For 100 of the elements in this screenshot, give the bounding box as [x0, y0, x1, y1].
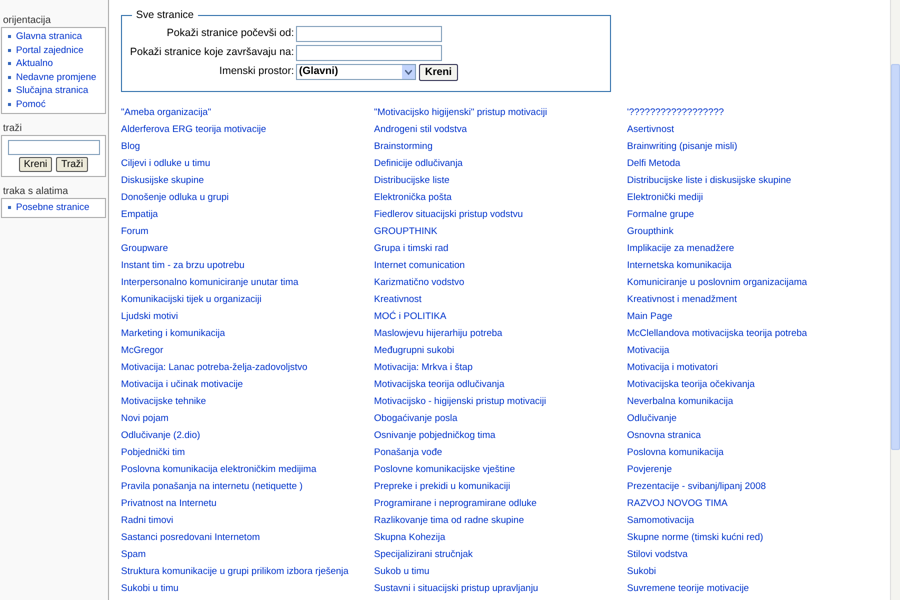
- page-link[interactable]: Neverbalna komunikacija: [627, 392, 734, 410]
- page-link[interactable]: Sukob u timu: [374, 562, 430, 580]
- page-link[interactable]: Poslovna komunikacija: [627, 444, 724, 461]
- scrollbar[interactable]: [890, 0, 900, 600]
- page-link[interactable]: Osnovna stranica: [627, 426, 701, 444]
- page-link[interactable]: Motivacija: Lanac potreba-želja-zadovoljstvo: [121, 358, 308, 376]
- page-link[interactable]: Motivacijska teorija očekivanja: [627, 376, 755, 393]
- page-link[interactable]: Forum: [121, 222, 148, 240]
- sidebar-link[interactable]: Pomoć: [16, 98, 46, 111]
- page-link[interactable]: McGregor: [121, 342, 164, 359]
- page-link[interactable]: Grupa i timski rad: [374, 240, 448, 257]
- page-link[interactable]: Obogaćivanje posla: [374, 410, 458, 427]
- page-link[interactable]: Karizmatično vodstvo: [374, 274, 464, 291]
- page-link[interactable]: Delfi Metoda: [627, 154, 680, 172]
- sidebar-link[interactable]: Aktualno: [16, 57, 53, 70]
- page-link[interactable]: Distribucijske liste: [374, 172, 450, 189]
- page-link[interactable]: Implikacije za menadžere: [627, 240, 734, 257]
- page-link[interactable]: Novi pojam: [121, 410, 169, 427]
- sidebar-link[interactable]: Slučajna stranica: [16, 84, 88, 98]
- page-link[interactable]: Sukobi u timu: [121, 580, 179, 597]
- page-link[interactable]: Stilovi vodstva: [627, 546, 688, 563]
- page-link[interactable]: Međugrupni sukobi: [374, 342, 454, 359]
- page-link[interactable]: Specijalizirani stručnjak: [374, 546, 473, 563]
- page-link[interactable]: Kreativnost: [374, 290, 422, 308]
- page-link[interactable]: Prezentacije - svibanj/lipanj 2008: [627, 478, 766, 495]
- page-link[interactable]: Skupna Kohezija: [374, 528, 446, 546]
- page-link[interactable]: '??????????????????: [627, 104, 724, 121]
- page-link[interactable]: Internet comunication: [374, 256, 465, 274]
- input-field[interactable]: [296, 44, 442, 61]
- page-link[interactable]: Sustavni i situacijski pristup upravljanju: [374, 580, 538, 597]
- page-link[interactable]: Spam: [121, 546, 146, 563]
- sidebar-link[interactable]: Nedavne promjene: [16, 70, 96, 84]
- page-link[interactable]: Motivacijska teorija odlučivanja: [374, 376, 504, 393]
- page-link[interactable]: Asertivnost: [627, 120, 674, 138]
- page-link[interactable]: Interpersonalno komuniciranje unutar tima: [121, 274, 298, 291]
- page-link[interactable]: Prepreke i prekidi u komunikaciji: [374, 478, 510, 495]
- page-link[interactable]: Motivacija i motivatori: [627, 358, 718, 376]
- page-link[interactable]: Radni timovi: [121, 512, 174, 529]
- page-link[interactable]: Razlikovanje tima od radne skupine: [374, 512, 524, 529]
- page-link[interactable]: Motivacijsko - higijenski pristup motivaciji: [374, 392, 546, 410]
- page-link[interactable]: Brainwriting (pisanje misli): [627, 138, 738, 155]
- page-link[interactable]: Motivacijske tehnike: [121, 392, 206, 410]
- page-link[interactable]: Poslovne komunikacijske vještine: [374, 460, 515, 478]
- page-link[interactable]: Donošenje odluka u grupi: [121, 188, 229, 206]
- search-field[interactable]: [8, 140, 100, 155]
- page-link[interactable]: "Motivacijsko higijenski" pristup motivaciji: [374, 104, 548, 121]
- page-link[interactable]: Sastanci posredovani Internetom: [121, 528, 260, 546]
- page-link[interactable]: Elektronički mediji: [627, 188, 704, 206]
- page-link[interactable]: MOĆ i POLITIKA: [374, 308, 446, 325]
- page-link[interactable]: Definicije odlučivanja: [374, 154, 463, 172]
- page-link[interactable]: Kreativnost i menadžment: [627, 290, 737, 308]
- search-button[interactable]: Traži: [56, 157, 88, 172]
- sidebar-link[interactable]: Glavna stranica: [16, 30, 82, 44]
- page-link[interactable]: Diskusijske skupine: [121, 172, 204, 189]
- page-link[interactable]: Privatnost na Internetu: [121, 494, 217, 512]
- page-link[interactable]: Motivacija: [627, 342, 670, 359]
- page-link[interactable]: Osnivanje pobjedničkog tima: [374, 426, 496, 444]
- page-link[interactable]: Ciljevi i odluke u timu: [121, 154, 210, 172]
- page-link[interactable]: Suvremene teorije motivacije: [627, 580, 749, 597]
- page-link[interactable]: Main Page: [627, 308, 672, 325]
- page-link[interactable]: Groupware: [121, 240, 168, 257]
- page-link[interactable]: Odlučivanje (2.dio): [121, 426, 200, 444]
- page-link[interactable]: Odlučivanje: [627, 410, 677, 427]
- page-link[interactable]: RAZVOJ NOVOG TIMA: [627, 494, 728, 512]
- page-link[interactable]: Blog: [121, 138, 140, 155]
- page-link[interactable]: GROUPTHINK: [374, 222, 438, 240]
- page-link[interactable]: Maslowjevu hijerarhiju potreba: [374, 324, 502, 342]
- namespace-select[interactable]: (Glavni): [296, 64, 416, 80]
- page-link[interactable]: Instant tim - za brzu upotrebu: [121, 256, 245, 274]
- page-link[interactable]: Fiedlerov situacijski pristup vodstvu: [374, 206, 523, 223]
- page-link[interactable]: Marketing i komunikacija: [121, 324, 226, 342]
- page-link[interactable]: Elektronička pošta: [374, 188, 452, 206]
- page-link[interactable]: Struktura komunikacije u grupi prilikom izbora rješenja: [121, 562, 349, 580]
- page-link[interactable]: Povjerenje: [627, 460, 672, 478]
- page-link[interactable]: Motivacija: Mrkva i štap: [374, 358, 473, 376]
- search-button[interactable]: Kreni: [18, 157, 52, 172]
- page-link[interactable]: Programirane i neprogramirane odluke: [374, 494, 537, 512]
- sidebar-link[interactable]: Portal zajednice: [16, 44, 84, 57]
- page-link[interactable]: Alderferova ERG teorija motivacije: [121, 120, 266, 138]
- page-link[interactable]: Skupne norme (timski kućni red): [627, 528, 764, 546]
- input-field[interactable]: [296, 26, 442, 42]
- page-link[interactable]: Poslovna komunikacija elektroničkim medijima: [121, 460, 316, 478]
- page-link[interactable]: Distribucijske liste i diskusijske skupine: [627, 172, 792, 189]
- page-link[interactable]: Pobjednički tim: [121, 444, 185, 461]
- page-link[interactable]: Pravila ponašanja na internetu (netiquette ): [121, 478, 303, 495]
- page-link[interactable]: Motivacija i učinak motivacije: [121, 376, 243, 393]
- page-link[interactable]: McClellandova motivacijska teorija potreba: [627, 324, 808, 342]
- page-link[interactable]: Samomotivacija: [627, 512, 694, 529]
- page-link[interactable]: Sukobi: [627, 562, 656, 580]
- page-link[interactable]: Ponašanja vođe: [374, 444, 442, 461]
- page-link[interactable]: Groupthink: [627, 222, 674, 240]
- page-link[interactable]: Empatija: [121, 206, 158, 223]
- page-link[interactable]: Formalne grupe: [627, 206, 694, 223]
- page-link[interactable]: Internetska komunikacija: [627, 256, 732, 274]
- page-link[interactable]: "Ameba organizacija": [121, 104, 212, 121]
- page-link[interactable]: Komuniciranje u poslovnim organizacijama: [627, 274, 808, 291]
- scrollbar-thumb[interactable]: [891, 64, 900, 450]
- go-button[interactable]: Kreni: [419, 64, 458, 81]
- page-link[interactable]: Ljudski motivi: [121, 308, 178, 325]
- page-link[interactable]: Androgeni stil vodstva: [374, 120, 467, 138]
